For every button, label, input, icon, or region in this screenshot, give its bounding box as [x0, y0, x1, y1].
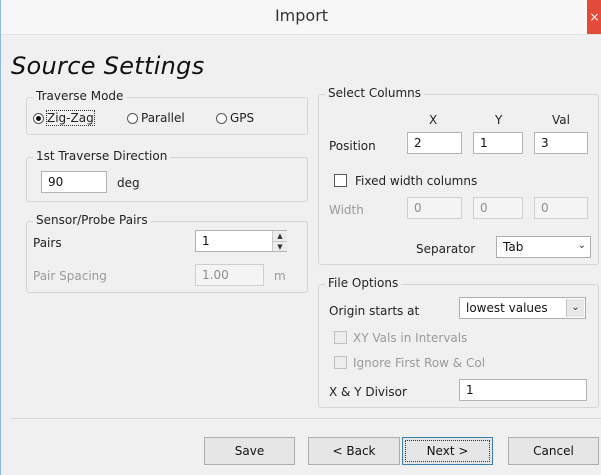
radio-parallel[interactable] — [127, 113, 138, 124]
first-direction-label: 1st Traverse Direction — [33, 149, 171, 163]
xy-intervals-label: XY Vals in Intervals — [353, 331, 468, 345]
col-header-val: Val — [552, 113, 570, 127]
width-label: Width — [329, 203, 364, 217]
pairs-spinner[interactable]: ▲ ▼ — [272, 231, 287, 251]
next-button[interactable]: Next > — [402, 437, 493, 465]
fixed-width-label[interactable]: Fixed width columns — [355, 174, 477, 188]
position-x-input[interactable]: 2 — [407, 132, 462, 154]
position-label: Position — [329, 139, 376, 153]
width-val-input[interactable]: 0 — [534, 197, 588, 219]
col-header-x: X — [429, 113, 438, 127]
separator-select[interactable]: Tab ⌄ — [496, 236, 591, 258]
direction-unit: deg — [117, 176, 140, 190]
origin-select[interactable]: lowest values ⌄ — [459, 297, 586, 319]
pair-spacing-label: Pair Spacing — [33, 269, 107, 283]
spin-up-icon[interactable]: ▲ — [273, 231, 287, 241]
spin-down-icon[interactable]: ▼ — [273, 241, 287, 251]
radio-gps[interactable] — [216, 113, 227, 124]
position-val-input[interactable]: 3 — [534, 132, 588, 154]
save-button[interactable]: Save — [204, 437, 295, 465]
chevron-down-icon: ⌄ — [566, 299, 584, 317]
ignore-first-checkbox[interactable] — [334, 356, 347, 369]
separator-value: Tab — [503, 240, 524, 254]
sensor-pairs-label: Sensor/Probe Pairs — [33, 213, 151, 227]
radio-zig-zag[interactable] — [33, 113, 44, 124]
separator-label: Separator — [416, 242, 476, 256]
radio-label-gps[interactable]: GPS — [230, 111, 254, 125]
direction-input[interactable]: 90 — [41, 171, 107, 193]
cancel-button[interactable]: Cancel — [508, 437, 599, 465]
button-divider — [11, 418, 601, 419]
import-dialog: Import × Source Settings Traverse Mode Z… — [0, 0, 601, 475]
pair-spacing-input[interactable]: 1.00 — [195, 264, 264, 286]
ignore-first-label: Ignore First Row & Col — [353, 356, 486, 370]
radio-label-parallel[interactable]: Parallel — [141, 111, 185, 125]
origin-label: Origin starts at — [329, 304, 420, 318]
select-columns-label: Select Columns — [325, 86, 425, 100]
pairs-value: 1 — [202, 234, 210, 248]
fixed-width-checkbox[interactable] — [334, 174, 347, 187]
traverse-mode-label: Traverse Mode — [33, 89, 127, 103]
width-y-input[interactable]: 0 — [473, 197, 523, 219]
file-options-label: File Options — [325, 276, 402, 290]
close-icon[interactable]: × — [587, 0, 601, 34]
back-button[interactable]: < Back — [308, 437, 400, 465]
pair-spacing-unit: m — [274, 269, 286, 283]
title-bar: Import × — [1, 0, 601, 35]
page-heading: Source Settings — [11, 52, 205, 80]
window-title: Import — [274, 6, 329, 25]
xy-intervals-checkbox[interactable] — [334, 331, 347, 344]
pairs-label: Pairs — [33, 236, 62, 250]
position-y-input[interactable]: 1 — [473, 132, 523, 154]
width-x-input[interactable]: 0 — [407, 197, 462, 219]
divisor-label: X & Y Divisor — [329, 385, 407, 399]
chevron-down-icon: ⌄ — [577, 240, 586, 251]
origin-value: lowest values — [466, 301, 548, 315]
radio-label-zig-zag[interactable]: Zig-Zag — [46, 110, 95, 126]
col-header-y: Y — [495, 113, 503, 127]
divisor-input[interactable]: 1 — [459, 379, 587, 401]
